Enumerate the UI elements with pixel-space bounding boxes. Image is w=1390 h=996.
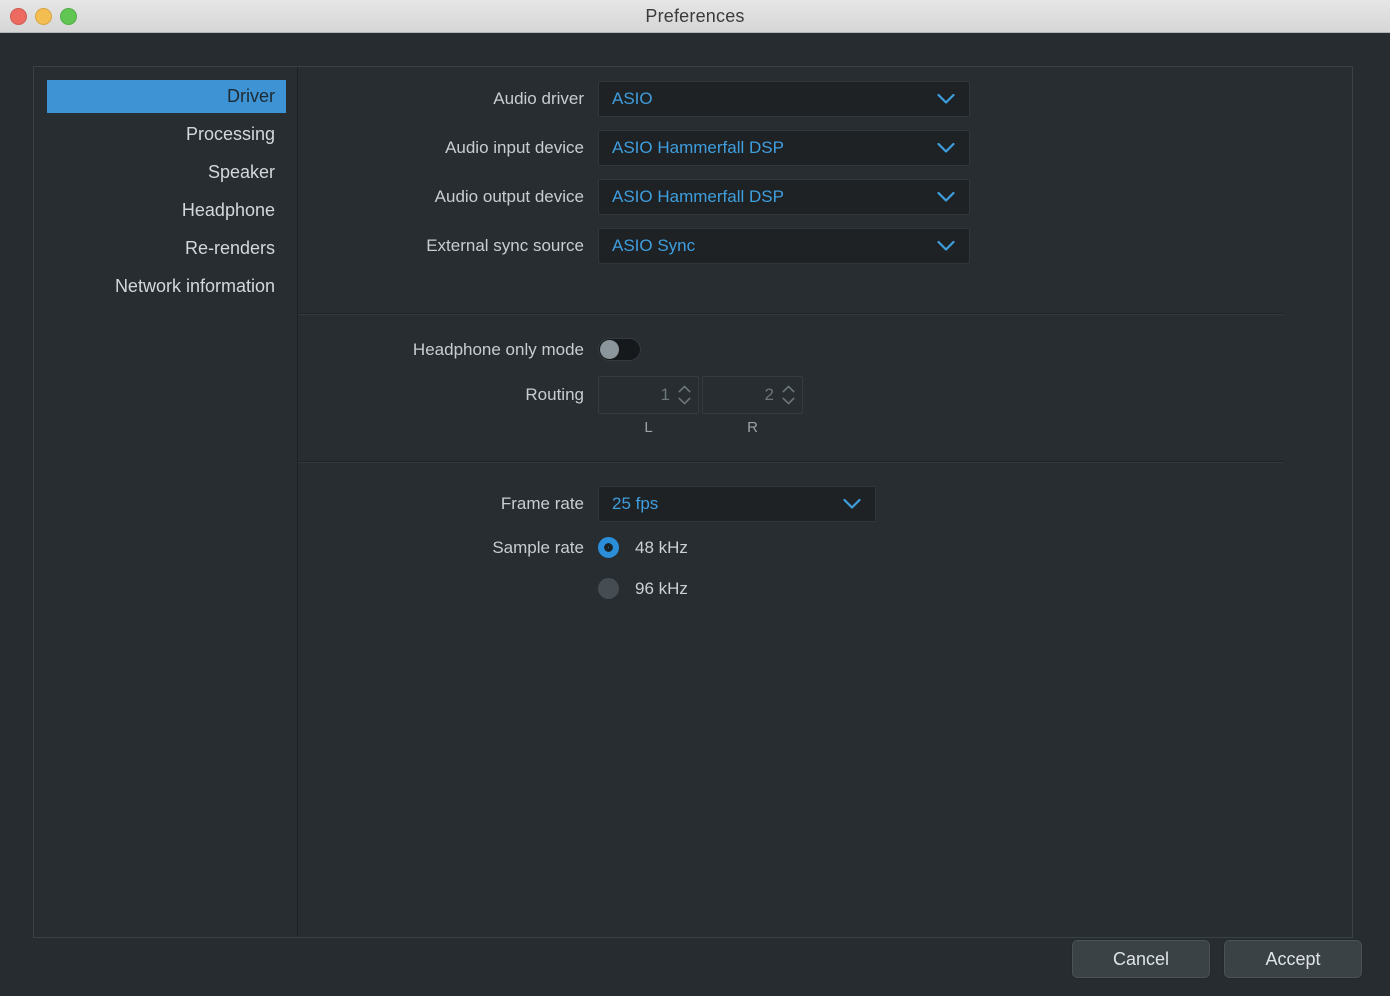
external-sync-source-value: ASIO Sync — [612, 236, 696, 255]
external-sync-source-row: External sync source ASIO Sync — [298, 228, 1352, 264]
sidebar-item-speaker[interactable]: Speaker — [47, 156, 286, 189]
routing-right-value: 2 — [764, 385, 774, 404]
sample-rate-option-48khz[interactable]: 48 kHz — [598, 537, 688, 558]
zoom-button-icon[interactable] — [60, 7, 77, 25]
chevron-down-icon — [937, 191, 955, 203]
audio-output-device-label: Audio output device — [434, 187, 584, 206]
audio-output-device-select[interactable]: ASIO Hammerfall DSP — [598, 179, 970, 215]
external-sync-source-select[interactable]: ASIO Sync — [598, 228, 970, 264]
audio-input-device-select[interactable]: ASIO Hammerfall DSP — [598, 130, 970, 166]
chevron-down-icon — [937, 142, 955, 154]
chevron-down-icon — [843, 498, 861, 510]
audio-output-device-row: Audio output device ASIO Hammerfall DSP — [298, 179, 1352, 215]
window-titlebar: Preferences — [0, 0, 1390, 33]
sidebar-item-label: Re-renders — [184, 238, 275, 258]
preferences-panel: Driver Processing Speaker Headphone Re-r… — [33, 66, 1353, 938]
routing-left-caption: L — [644, 419, 653, 436]
preferences-sidebar: Driver Processing Speaker Headphone Re-r… — [34, 67, 298, 937]
routing-right-stepper[interactable]: 2 — [702, 376, 803, 414]
audio-output-device-value: ASIO Hammerfall DSP — [612, 187, 784, 206]
routing-left-stepper[interactable]: 1 — [598, 376, 699, 414]
sample-rate-option-label: 48 kHz — [635, 537, 688, 557]
audio-driver-value: ASIO — [612, 89, 653, 108]
chevron-up-icon[interactable] — [782, 385, 795, 393]
traffic-light-group — [10, 7, 77, 25]
sample-rate-label: Sample rate — [492, 538, 584, 557]
audio-input-device-value: ASIO Hammerfall DSP — [612, 138, 784, 157]
chevron-up-icon[interactable] — [678, 385, 691, 393]
routing-left-column: 1 L — [598, 376, 699, 436]
frame-rate-select[interactable]: 25 fps — [598, 486, 876, 522]
sidebar-item-label: Headphone — [181, 200, 275, 220]
audio-driver-row: Audio driver ASIO — [298, 81, 1352, 117]
sidebar-item-processing[interactable]: Processing — [47, 118, 286, 151]
headphone-only-mode-toggle[interactable] — [598, 338, 641, 361]
external-sync-source-label: External sync source — [426, 236, 584, 255]
audio-driver-label: Audio driver — [493, 89, 584, 108]
radio-selected-icon[interactable] — [598, 537, 619, 558]
sidebar-item-label: Driver — [227, 86, 275, 106]
frame-rate-row: Frame rate 25 fps — [298, 486, 1352, 522]
sample-rate-option-label: 96 kHz — [635, 578, 688, 598]
window-body: Driver Processing Speaker Headphone Re-r… — [0, 33, 1390, 996]
sidebar-item-headphone[interactable]: Headphone — [47, 194, 286, 227]
audio-input-device-row: Audio input device ASIO Hammerfall DSP — [298, 130, 1352, 166]
routing-label: Routing — [525, 385, 584, 404]
chevron-down-icon — [937, 93, 955, 105]
section-divider-1 — [298, 313, 1283, 315]
window-title: Preferences — [645, 5, 745, 26]
sample-rate-row: Sample rate 48 kHz 96 kHz — [298, 537, 1352, 607]
toggle-knob — [600, 340, 619, 359]
chevron-down-icon[interactable] — [782, 397, 795, 405]
sidebar-item-driver[interactable]: Driver — [47, 80, 286, 113]
close-button-icon[interactable] — [10, 7, 27, 25]
routing-right-caption: R — [747, 419, 758, 436]
radio-unselected-icon[interactable] — [598, 578, 619, 599]
accept-button[interactable]: Accept — [1223, 939, 1363, 979]
routing-left-value: 1 — [660, 385, 670, 404]
frame-rate-value: 25 fps — [612, 494, 659, 513]
stepper-arrows — [678, 385, 691, 405]
sidebar-item-label: Network information — [114, 276, 275, 296]
audio-driver-select[interactable]: ASIO — [598, 81, 970, 117]
chevron-down-icon[interactable] — [678, 397, 691, 405]
sample-rate-option-96khz[interactable]: 96 kHz — [598, 578, 688, 599]
sample-rate-radio-group: 48 kHz 96 kHz — [598, 537, 688, 607]
cancel-button[interactable]: Cancel — [1071, 939, 1211, 979]
headphone-only-mode-label: Headphone only mode — [412, 339, 584, 359]
routing-row: Routing 1 L 2 R — [298, 376, 1352, 436]
sidebar-item-label: Speaker — [207, 162, 275, 182]
frame-rate-label: Frame rate — [500, 494, 584, 513]
minimize-button-icon[interactable] — [35, 7, 52, 25]
sidebar-item-network-information[interactable]: Network information — [47, 270, 286, 303]
audio-input-device-label: Audio input device — [445, 138, 584, 157]
sidebar-item-label: Processing — [185, 124, 275, 144]
chevron-down-icon — [937, 240, 955, 252]
section-divider-2 — [298, 461, 1283, 463]
routing-spinners: 1 L 2 R — [598, 376, 806, 436]
sidebar-item-re-renders[interactable]: Re-renders — [47, 232, 286, 265]
headphone-only-mode-row: Headphone only mode — [298, 338, 1352, 361]
dialog-footer: Cancel Accept — [1071, 939, 1363, 979]
routing-right-column: 2 R — [702, 376, 803, 436]
stepper-arrows — [782, 385, 795, 405]
driver-settings-pane: Audio driver ASIO Audio input device ASI… — [298, 67, 1352, 937]
